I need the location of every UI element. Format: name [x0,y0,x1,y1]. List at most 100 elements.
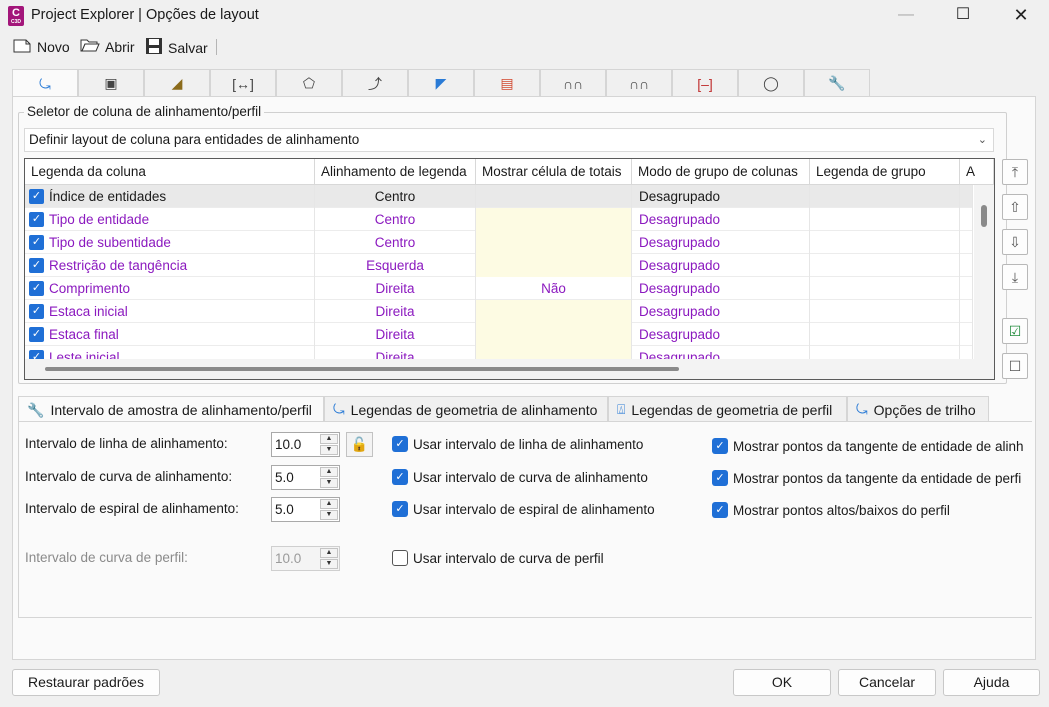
use-spiral-interval-checkbox[interactable]: ✓ Usar intervalo de espiral de alinhamen… [392,501,655,517]
alignment-icon[interactable]: ⤿ [12,69,78,98]
row-alignment[interactable]: Centro [315,208,476,231]
tab-profile-geometry-labels[interactable]: ⍍ Legendas de geometria de perfil [608,396,847,422]
tab-sample-interval[interactable]: 🔧 Intervalo de amostra de alinhamento/pe… [18,396,324,423]
pipe-network-icon[interactable]: ∩∩ [540,69,606,97]
profile-icon[interactable]: ⤴ [342,69,408,97]
row-group-mode[interactable]: Desagrupado [632,277,810,300]
row-totals[interactable] [476,346,632,359]
row-group-mode[interactable]: Desagrupado [632,300,810,323]
row-group-caption[interactable] [810,208,960,231]
row-group-caption[interactable] [810,323,960,346]
uncheck-all-icon[interactable]: ☐ [1002,353,1028,379]
row-totals[interactable]: Não [476,277,632,300]
move-up-icon[interactable]: ⇧ [1002,194,1028,220]
vertical-scroll-thumb[interactable] [981,205,987,227]
curve-interval-value[interactable]: 5.0 [275,466,294,489]
row-totals[interactable] [476,323,632,346]
column-header-truncated[interactable]: A [960,159,994,185]
maximize-icon[interactable]: ☐ [937,0,989,32]
row-group-caption[interactable] [810,346,960,359]
spin-down-icon[interactable]: ▼ [320,478,338,488]
row-group-caption[interactable] [810,231,960,254]
row-group-mode[interactable]: Desagrupado [632,346,810,359]
vertical-scrollbar[interactable] [974,185,994,359]
open-button[interactable]: Abrir [80,37,135,56]
table-row[interactable]: ✓ Estaca final Direita Desagrupado [25,323,973,346]
row-totals[interactable] [476,208,632,231]
row-group-caption[interactable] [810,300,960,323]
column-header-totals[interactable]: Mostrar célula de totais [476,159,632,185]
move-to-top-icon[interactable]: ⤒ [1002,159,1028,185]
table-row[interactable]: ✓ Tipo de entidade Centro Desagrupado [25,208,973,231]
line-interval-value[interactable]: 10.0 [275,433,301,456]
row-alignment[interactable]: Direita [315,323,476,346]
show-high-low-points-checkbox[interactable]: ✓ Mostrar pontos altos/baixos do perfil [712,502,950,518]
dimension-icon[interactable]: [↔] [210,69,276,97]
use-line-interval-checkbox[interactable]: ✓ Usar intervalo de linha de alinhamento [392,436,643,452]
spin-up-icon[interactable]: ▲ [320,499,338,509]
section-icon[interactable]: [–] [672,69,738,97]
close-icon[interactable]: ✕ [995,0,1047,32]
corridor-icon[interactable]: ◤ [408,69,474,97]
layout-combo-box[interactable]: Definir layout de coluna para entidades … [24,128,994,152]
tab-rail-options[interactable]: ⤿ Opções de trilho [847,396,989,422]
row-totals[interactable] [476,300,632,323]
table-row[interactable]: ✓ Índice de entidades Centro Desagrupado [25,185,973,208]
wrench-icon[interactable]: 🔧 [804,69,870,97]
spin-down-icon[interactable]: ▼ [320,445,338,455]
spin-up-icon[interactable]: ▲ [320,467,338,477]
view-frame-icon[interactable]: ◯ [738,69,804,97]
row-group-mode[interactable]: Desagrupado [632,231,810,254]
row-group-caption[interactable] [810,277,960,300]
table-row[interactable]: ✓ Leste inicial Direita Desagrupado [25,346,973,359]
row-group-mode[interactable]: Desagrupado [632,254,810,277]
move-down-icon[interactable]: ⇩ [1002,229,1028,255]
spin-up-icon[interactable]: ▲ [320,434,338,444]
move-to-bottom-icon[interactable]: ⤓ [1002,264,1028,290]
row-totals[interactable] [476,254,632,277]
curve-interval-stepper[interactable]: 5.0 ▲ ▼ [271,465,340,490]
column-header-group-mode[interactable]: Modo de grupo de colunas [632,159,810,185]
parcel-icon[interactable]: ⬠ [276,69,342,97]
bridge-icon[interactable]: ▣ [78,69,144,97]
row-group-mode[interactable]: Desagrupado [632,208,810,231]
pressure-network-icon[interactable]: ∩∩ [606,69,672,97]
minimize-icon[interactable]: — [880,0,932,32]
unlock-icon[interactable]: 🔓 [346,432,373,457]
new-button[interactable]: Novo [12,37,70,56]
show-profile-tangent-points-checkbox[interactable]: ✓ Mostrar pontos da tangente da entidade… [712,470,1021,486]
surface-icon[interactable]: ▤ [474,69,540,97]
spiral-interval-stepper[interactable]: 5.0 ▲ ▼ [271,497,340,522]
spin-down-icon[interactable]: ▼ [320,510,338,520]
row-alignment[interactable]: Esquerda [315,254,476,277]
column-header-alignment[interactable]: Alinhamento de legenda [315,159,476,185]
column-header-caption[interactable]: Legenda da coluna [25,159,315,185]
row-alignment[interactable]: Direita [315,300,476,323]
spiral-interval-value[interactable]: 5.0 [275,498,294,521]
row-alignment[interactable]: Centro [315,231,476,254]
check-all-icon[interactable]: ☑ [1002,318,1028,344]
row-totals[interactable] [476,231,632,254]
tab-alignment-geometry-labels[interactable]: ⤿ Legendas de geometria de alinhamento [324,396,608,422]
row-group-caption[interactable] [810,254,960,277]
row-alignment[interactable]: Direita [315,346,476,359]
help-button[interactable]: Ajuda [943,669,1040,696]
save-button[interactable]: Salvar [145,37,208,58]
table-row[interactable]: ✓ Restrição de tangência Esquerda Desagr… [25,254,973,277]
use-curve-interval-checkbox[interactable]: ✓ Usar intervalo de curva de alinhamento [392,469,648,485]
cancel-button[interactable]: Cancelar [838,669,936,696]
table-row[interactable]: ✓ Comprimento Direita Não Desagrupado [25,277,973,300]
horizontal-scrollbar[interactable] [25,359,994,379]
horizontal-scroll-thumb[interactable] [45,367,679,371]
show-alignment-tangent-points-checkbox[interactable]: ✓ Mostrar pontos da tangente de entidade… [712,438,1023,454]
table-row[interactable]: ✓ Estaca inicial Direita Desagrupado [25,300,973,323]
row-group-mode[interactable]: Desagrupado [632,323,810,346]
restore-defaults-button[interactable]: Restaurar padrões [12,669,160,696]
table-row[interactable]: ✓ Tipo de subentidade Centro Desagrupado [25,231,973,254]
road-icon[interactable]: ◢ [144,69,210,97]
row-alignment[interactable]: Direita [315,277,476,300]
use-profile-curve-interval-checkbox[interactable]: Usar intervalo de curva de perfil [392,550,604,566]
column-header-group-caption[interactable]: Legenda de grupo [810,159,960,185]
ok-button[interactable]: OK [733,669,831,696]
line-interval-stepper[interactable]: 10.0 ▲ ▼ [271,432,340,457]
